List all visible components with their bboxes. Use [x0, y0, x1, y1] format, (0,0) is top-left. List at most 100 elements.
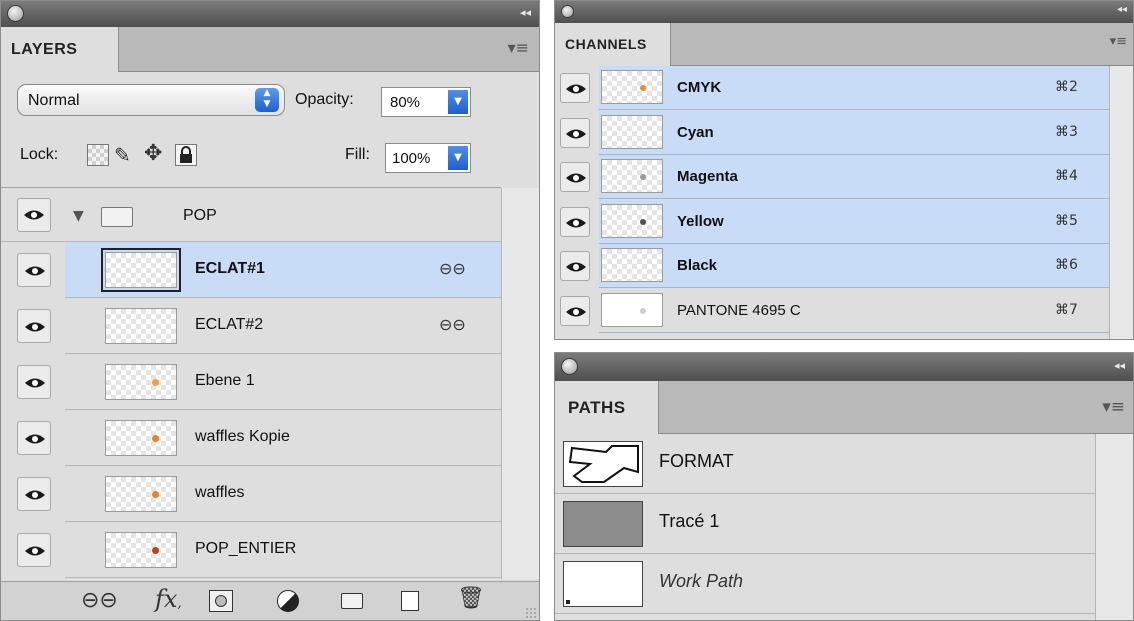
channel-shortcut: ⌘4 — [1055, 168, 1078, 184]
chevron-down-icon[interactable]: ▼ — [448, 146, 468, 170]
path-row[interactable]: FORMAT — [555, 434, 1095, 494]
layer-row[interactable]: ECLAT#1 ⊖⊖ — [1, 242, 501, 298]
layer-row[interactable]: waffles — [1, 466, 501, 522]
opacity-field[interactable]: 80% ▼ — [381, 87, 471, 117]
collapse-panel-button[interactable]: ◂◂ — [1117, 4, 1127, 15]
new-group-icon[interactable] — [341, 593, 363, 609]
fill-label: Fill: — [345, 146, 370, 163]
layers-tabrow: LAYERS ▾≡ — [1, 27, 539, 72]
lock-image-pixels-icon[interactable]: ✎ — [114, 143, 131, 167]
new-layer-icon[interactable] — [401, 591, 419, 611]
paths-list: FORMAT Tracé 1 Work Path — [555, 434, 1133, 620]
channel-shortcut: ⌘5 — [1055, 212, 1078, 229]
lock-transparent-pixels-icon[interactable] — [87, 144, 109, 166]
panel-menu-icon[interactable]: ▾≡ — [508, 38, 529, 57]
visibility-eye-icon[interactable] — [17, 533, 51, 567]
fill-field[interactable]: 100% ▼ — [385, 143, 471, 173]
tab-channels[interactable]: CHANNELS — [555, 23, 671, 66]
layers-scrollbar[interactable] — [501, 188, 539, 579]
link-layers-icon[interactable]: ⊖⊖ — [81, 588, 118, 613]
channels-titlebar[interactable] — [555, 1, 1133, 23]
channels-panel: ◂◂ CHANNELS ▾≡ CMYK ⌘2 Cyan ⌘3 Magenta ⌘4 Yell… — [554, 0, 1134, 340]
path-row[interactable]: Work Path — [555, 554, 1095, 614]
channel-row[interactable]: Magenta ⌘4 — [555, 155, 1129, 199]
channel-shortcut: ⌘2 — [1055, 79, 1078, 95]
layer-thumbnail-content — [152, 547, 159, 554]
layers-panel: ◂◂ LAYERS ▾≡ Normal ▲ ▼ Opacity: 80% ▼ Lo… — [0, 0, 540, 621]
trash-icon[interactable]: 🗑 — [457, 586, 485, 611]
layer-thumbnail — [105, 364, 177, 400]
close-panel-button[interactable] — [561, 5, 574, 18]
visibility-eye-icon[interactable] — [17, 253, 51, 287]
stepper-icon: ▲ ▼ — [255, 88, 279, 112]
visibility-eye-icon[interactable] — [17, 198, 51, 232]
adjustment-layer-icon[interactable] — [277, 590, 299, 612]
blend-mode-select[interactable]: Normal ▲ ▼ — [17, 84, 285, 116]
disclosure-triangle-icon[interactable]: ▼ — [73, 208, 84, 224]
path-row[interactable]: Tracé 1 — [555, 494, 1095, 554]
channel-name: CMYK — [677, 79, 722, 96]
channel-row[interactable]: PANTONE 4695 C ⌘7 — [555, 288, 1129, 333]
layer-mask-icon[interactable] — [209, 590, 233, 612]
layer-thumbnail — [101, 248, 181, 292]
paths-titlebar[interactable] — [555, 353, 1133, 381]
channel-row[interactable]: Black ⌘6 — [555, 244, 1129, 288]
channel-thumbnail-content — [640, 85, 646, 91]
layer-row[interactable]: POP_ENTIER — [1, 522, 501, 578]
layer-name: waffles — [195, 484, 245, 501]
tab-layers[interactable]: LAYERS — [1, 27, 119, 72]
lock-position-icon[interactable]: ✥ — [144, 141, 162, 166]
channel-row[interactable]: Cyan ⌘3 — [555, 110, 1129, 155]
visibility-eye-icon[interactable] — [17, 365, 51, 399]
visibility-eye-icon[interactable] — [17, 421, 51, 455]
chevron-down-icon[interactable]: ▼ — [448, 90, 468, 114]
channel-name: Magenta — [677, 168, 738, 185]
paths-scrollbar[interactable] — [1095, 434, 1133, 620]
close-panel-button[interactable] — [7, 5, 24, 22]
visibility-eye-icon[interactable] — [560, 206, 590, 237]
layer-thumbnail — [105, 532, 177, 568]
visibility-eye-icon[interactable] — [17, 309, 51, 343]
channel-shortcut: ⌘6 — [1055, 257, 1078, 273]
channels-scrollbar[interactable] — [1109, 66, 1133, 339]
tab-paths[interactable]: PATHS — [555, 381, 659, 434]
channel-thumbnail-content — [640, 307, 646, 314]
channel-name: Cyan — [677, 123, 714, 141]
collapse-panel-button[interactable]: ◂◂ — [520, 6, 531, 19]
close-panel-button[interactable] — [561, 358, 578, 375]
channel-thumbnail — [601, 70, 663, 104]
layer-row[interactable]: Ebene 1 — [1, 354, 501, 410]
visibility-eye-icon[interactable] — [560, 162, 590, 192]
channel-row[interactable]: CMYK ⌘2 — [555, 66, 1129, 110]
channel-thumbnail — [601, 248, 663, 282]
visibility-eye-icon[interactable] — [560, 295, 590, 326]
lock-all-icon[interactable] — [175, 144, 197, 166]
paths-panel: ◂◂ PATHS ▾≡ FORMAT Tracé 1 Work Path — [554, 352, 1134, 621]
layer-name: waffles Kopie — [195, 428, 290, 445]
fx-icon[interactable]: fx, — [155, 585, 182, 613]
layers-list: ▼ POP ECLAT#1 ⊖⊖ ECLAT#2 ⊖⊖ Ebene 1 waffles K… — [1, 187, 539, 579]
visibility-eye-icon[interactable] — [560, 251, 590, 281]
layer-row[interactable]: waffles Kopie — [1, 410, 501, 466]
resize-grip-icon[interactable] — [525, 607, 537, 619]
channels-tabrow: CHANNELS ▾≡ — [555, 23, 1133, 66]
layer-row[interactable]: ECLAT#2 ⊖⊖ — [1, 298, 501, 354]
collapse-panel-button[interactable]: ◂◂ — [1114, 359, 1125, 372]
layer-thumbnail-content — [152, 379, 159, 386]
channel-row[interactable]: Yellow ⌘5 — [555, 199, 1129, 244]
group-name: POP — [183, 207, 217, 224]
channel-name: PANTONE 4695 C — [677, 301, 801, 319]
visibility-eye-icon[interactable] — [560, 73, 590, 103]
layer-name: POP_ENTIER — [195, 540, 297, 557]
path-thumbnail — [563, 561, 643, 607]
panel-menu-icon[interactable]: ▾≡ — [1110, 34, 1127, 49]
panel-menu-icon[interactable]: ▾≡ — [1102, 397, 1125, 417]
opacity-value: 80% — [390, 94, 421, 111]
layers-titlebar[interactable] — [1, 1, 539, 27]
visibility-eye-icon[interactable] — [560, 117, 590, 148]
layer-thumbnail-content — [152, 491, 159, 498]
paths-tabrow: PATHS ▾≡ — [555, 381, 1133, 434]
visibility-eye-icon[interactable] — [17, 477, 51, 511]
layer-name: Ebene 1 — [195, 372, 255, 389]
layer-group-pop[interactable]: ▼ POP — [1, 188, 501, 242]
